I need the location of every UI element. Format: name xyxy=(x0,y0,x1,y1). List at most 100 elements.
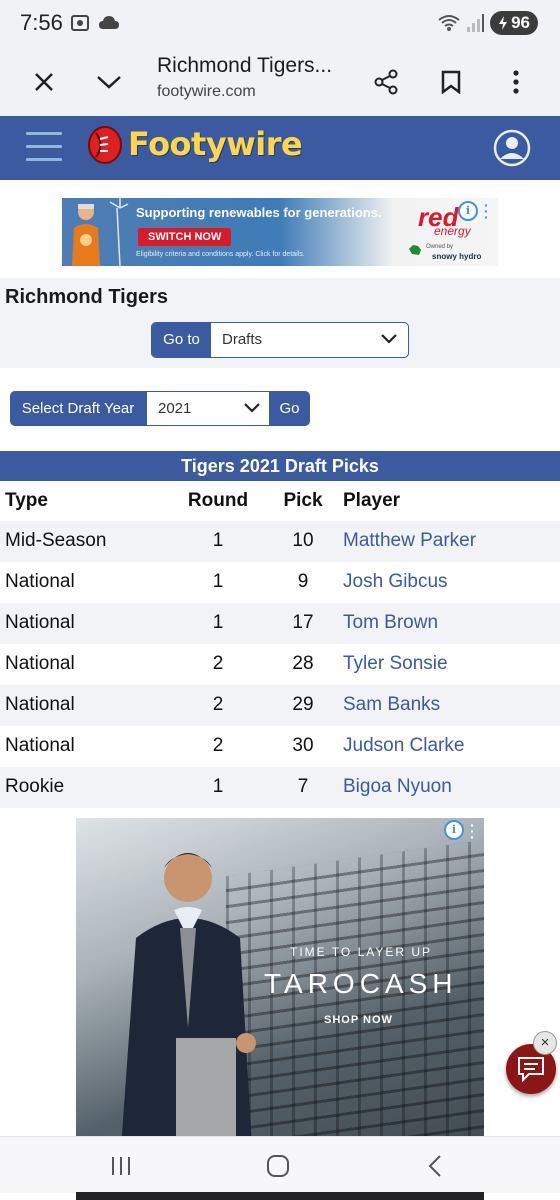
status-left-icons xyxy=(70,13,120,33)
ad-tagline: TIME TO LAYER UP xyxy=(290,945,433,959)
goto-label: Go to xyxy=(152,323,211,357)
cell-pick: 7 xyxy=(297,776,309,797)
status-bar: 7:56 96 xyxy=(0,0,560,48)
cloud-icon xyxy=(99,16,119,29)
goto-dropdown[interactable]: Go to Drafts xyxy=(151,322,409,358)
player-link[interactable]: Tyler Sonsie xyxy=(343,644,448,684)
battery-indicator: 96 xyxy=(490,11,538,35)
site-logo[interactable]: Footywire xyxy=(86,124,303,164)
header-pick: Pick xyxy=(283,490,323,511)
player-link[interactable]: Josh Gibcus xyxy=(343,562,448,602)
user-avatar-icon xyxy=(493,129,531,167)
status-time: 7:56 xyxy=(20,10,63,35)
user-account-button[interactable] xyxy=(492,128,532,173)
cell-pick: 17 xyxy=(292,612,314,633)
ad-shop-now-button[interactable]: SHOP NOW xyxy=(324,1014,393,1026)
cell-round: 1 xyxy=(212,776,224,797)
cell-type: National xyxy=(5,694,75,715)
expand-button[interactable] xyxy=(89,62,129,102)
menu-icon[interactable] xyxy=(26,132,62,164)
cell-type: Mid-Season xyxy=(5,530,107,551)
draft-year-dropdown[interactable]: 2021 xyxy=(146,391,270,426)
status-right-icons: 96 xyxy=(438,11,538,35)
signal-icon xyxy=(467,14,485,32)
header-player: Player xyxy=(343,490,401,511)
close-tab-button[interactable] xyxy=(24,62,64,102)
cell-pick: 28 xyxy=(292,653,314,674)
share-icon xyxy=(374,69,398,95)
cell-round: 1 xyxy=(212,571,224,592)
back-button[interactable] xyxy=(415,1151,455,1181)
cell-pick: 29 xyxy=(292,694,314,715)
ad-info-icon[interactable]: i xyxy=(444,820,464,840)
ad-info-icon[interactable]: i xyxy=(458,201,478,221)
ad-owner: snowy hydro xyxy=(432,252,482,261)
goto-selected-value[interactable]: Drafts xyxy=(222,323,262,357)
recent-apps-button[interactable] xyxy=(101,1151,141,1181)
bookmark-button[interactable] xyxy=(431,62,471,102)
table-row: National 1 17 Tom Brown xyxy=(0,603,560,644)
header-type: Type xyxy=(5,490,48,511)
ad-switch-now-button[interactable]: SWITCH NOW xyxy=(138,228,232,246)
page-domain[interactable]: footywire.com xyxy=(157,83,256,101)
recent-apps-icon xyxy=(112,1157,130,1175)
ad-brand: TAROCASH xyxy=(264,968,458,999)
table-title: Tigers 2021 Draft Picks xyxy=(0,451,560,481)
chevron-down-icon xyxy=(381,334,397,344)
draft-year-selector: Select Draft Year 2021 Go xyxy=(10,391,310,426)
draft-year-value: 2021 xyxy=(158,400,192,417)
cell-type: Rookie xyxy=(5,776,65,797)
player-link[interactable]: Matthew Parker xyxy=(343,521,476,561)
player-link[interactable]: Sam Banks xyxy=(343,685,440,725)
ad-more-icon[interactable]: · · · xyxy=(470,818,475,844)
australia-map-icon xyxy=(409,245,421,255)
back-icon xyxy=(428,1155,441,1177)
home-button[interactable] xyxy=(258,1151,298,1181)
cell-pick: 10 xyxy=(292,530,314,551)
close-icon xyxy=(35,73,53,91)
bookmark-icon xyxy=(441,70,461,94)
browser-toolbar: Richmond Tigers... footywire.com xyxy=(0,48,560,116)
ad-headline: Supporting renewables for generations. xyxy=(136,205,382,220)
cell-round: 1 xyxy=(212,530,224,551)
cell-pick: 30 xyxy=(292,735,314,756)
chat-icon xyxy=(518,1057,544,1082)
cell-round: 2 xyxy=(212,735,224,756)
cell-round: 2 xyxy=(212,653,224,674)
draft-year-label: Select Draft Year xyxy=(10,391,146,426)
ad-owned-by: Owned by xyxy=(426,244,454,250)
table-row: National 1 9 Josh Gibcus xyxy=(0,562,560,603)
ad-banner-top[interactable]: Supporting renewables for generations. S… xyxy=(62,198,498,266)
share-button[interactable] xyxy=(366,62,406,102)
more-options-button[interactable] xyxy=(496,62,536,102)
cell-pick: 9 xyxy=(297,571,309,592)
cell-round: 1 xyxy=(212,612,224,633)
table-row: Mid-Season 1 10 Matthew Parker xyxy=(0,521,560,562)
cell-round: 2 xyxy=(212,694,224,715)
team-title: Richmond Tigers xyxy=(5,286,168,308)
logo-text: Footywire xyxy=(128,125,303,163)
screenshot-icon xyxy=(71,15,89,31)
table-row: National 2 30 Judson Clarke xyxy=(0,726,560,767)
battery-saver-icon xyxy=(499,16,508,30)
wifi-icon xyxy=(438,15,460,31)
player-link[interactable]: Tom Brown xyxy=(343,603,438,643)
home-icon xyxy=(267,1155,289,1177)
chevron-down-icon xyxy=(97,76,121,89)
more-icon xyxy=(513,70,519,94)
ad-bottom-edge xyxy=(76,1192,484,1200)
header-round: Round xyxy=(187,490,249,511)
site-header: Footywire xyxy=(0,116,560,180)
go-button[interactable]: Go xyxy=(269,391,310,426)
player-link[interactable]: Bigoa Nyuon xyxy=(343,767,452,807)
cell-type: National xyxy=(5,571,75,592)
cell-type: National xyxy=(5,735,75,756)
ad-person-image xyxy=(72,198,129,266)
ad-more-icon[interactable]: · · · xyxy=(484,198,489,224)
page-title[interactable]: Richmond Tigers... xyxy=(157,54,332,78)
table-row: National 2 28 Tyler Sonsie xyxy=(0,644,560,685)
chat-close-button[interactable]: × xyxy=(533,1031,557,1055)
football-logo-icon xyxy=(88,126,122,164)
cell-type: National xyxy=(5,653,75,674)
player-link[interactable]: Judson Clarke xyxy=(343,726,464,766)
